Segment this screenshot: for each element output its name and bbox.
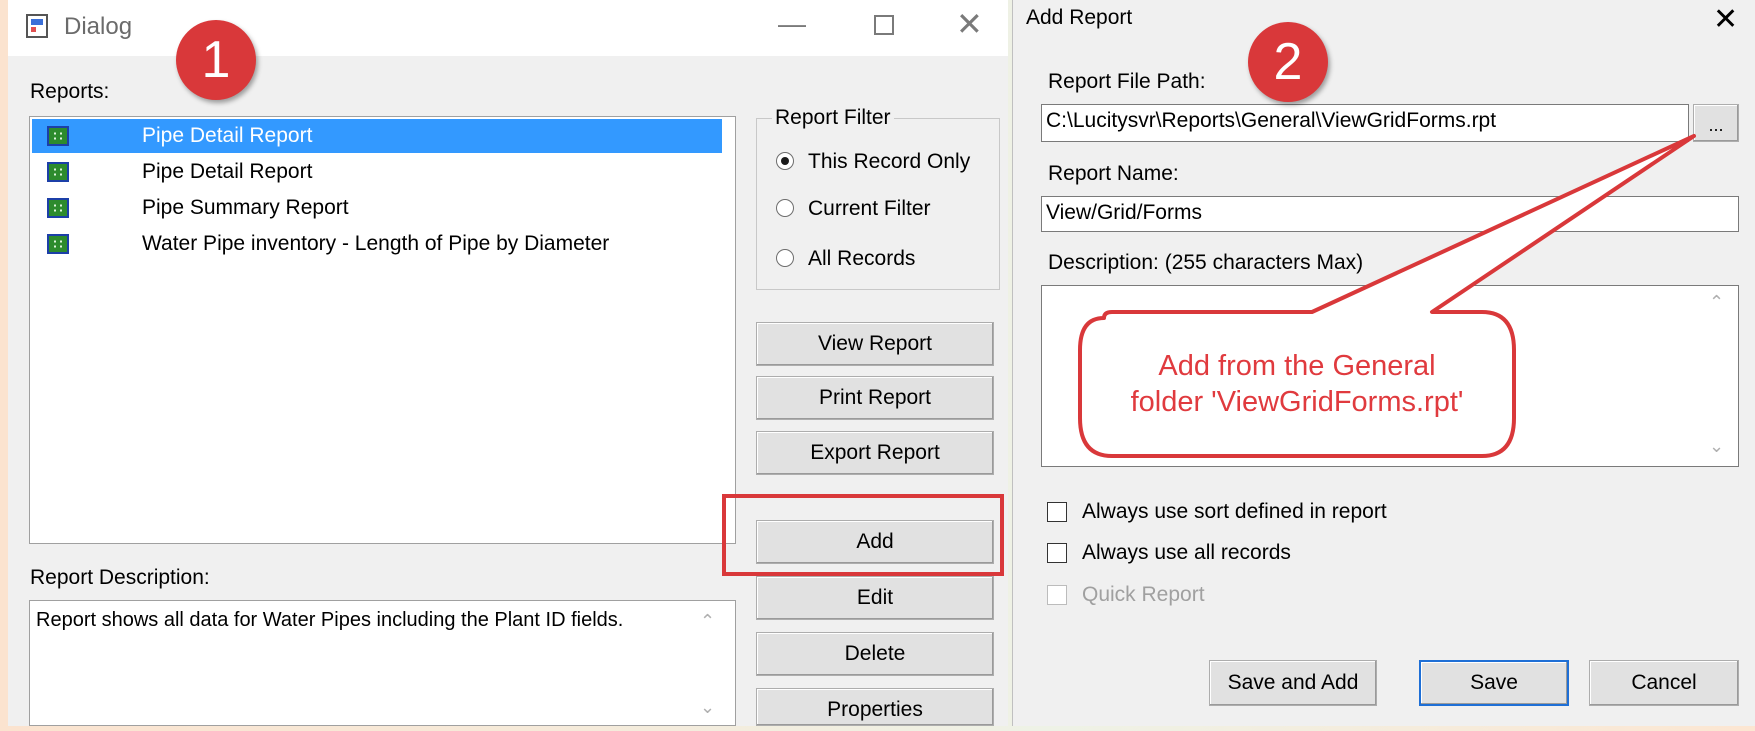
quick-report-label: Quick Report (1082, 583, 1205, 606)
close-icon[interactable]: ✕ (956, 8, 983, 40)
save-and-add-button[interactable]: Save and Add (1209, 660, 1377, 706)
button-label: Cancel (1631, 671, 1697, 694)
browse-button[interactable]: ... (1693, 104, 1739, 142)
list-item-label: Water Pipe inventory - Length of Pipe by… (142, 232, 610, 255)
report-icon (47, 234, 69, 254)
print-report-button[interactable]: Print Report (756, 376, 994, 420)
sort-checkbox-label: Always use sort defined in report (1082, 500, 1387, 523)
properties-button[interactable]: Properties (756, 688, 994, 726)
callout-line-1: Add from the General (1158, 350, 1436, 382)
button-label: Delete (844, 642, 906, 665)
scroll-down-icon[interactable]: ⌄ (700, 697, 715, 718)
report-name-field[interactable]: View/Grid/Forms (1041, 196, 1739, 232)
dialog-app-icon (26, 14, 48, 38)
report-name-label: Report Name: (1048, 162, 1179, 185)
radio-label: Current Filter (808, 197, 931, 220)
button-label: Properties (827, 698, 923, 721)
description-text: Report shows all data for Water Pipes in… (36, 609, 624, 631)
cancel-button[interactable]: Cancel (1589, 660, 1739, 706)
reports-list[interactable]: Pipe Detail Report Pipe Detail Report Pi… (29, 116, 736, 544)
list-item[interactable]: Pipe Detail Report (32, 119, 722, 153)
button-label: Edit (856, 586, 894, 609)
list-item[interactable]: Pipe Summary Report (32, 191, 722, 225)
radio-current-filter[interactable] (776, 199, 794, 217)
list-item-label: Pipe Detail Report (142, 124, 313, 147)
export-report-button[interactable]: Export Report (756, 431, 994, 475)
button-label: Export Report (810, 441, 940, 464)
step-badge-1: 1 (176, 20, 256, 100)
report-filter-legend: Report Filter (772, 106, 894, 130)
all-records-checkbox[interactable] (1047, 543, 1067, 563)
maximize-icon[interactable] (874, 15, 894, 35)
radio-label: All Records (808, 247, 916, 270)
button-label: Print Report (818, 386, 932, 409)
report-icon (47, 162, 69, 182)
dialog-title: Dialog (64, 13, 133, 40)
minimize-icon[interactable]: — (778, 10, 806, 38)
delete-button[interactable]: Delete (756, 632, 994, 676)
reports-label: Reports: (30, 80, 110, 103)
report-icon (47, 198, 69, 218)
view-report-button[interactable]: View Report (756, 322, 994, 366)
scroll-up-icon[interactable]: ⌃ (1709, 292, 1724, 313)
button-label: Save (1470, 671, 1518, 694)
description-box[interactable]: Report shows all data for Water Pipes in… (29, 600, 736, 726)
radio-label: This Record Only (808, 150, 971, 173)
sort-checkbox[interactable] (1047, 502, 1067, 522)
radio-this-record-only[interactable] (776, 152, 794, 170)
list-item-label: Pipe Summary Report (142, 196, 349, 219)
close-icon[interactable]: ✕ (1713, 2, 1738, 37)
edit-button[interactable]: Edit (756, 576, 994, 620)
button-label: Save and Add (1227, 671, 1359, 694)
scroll-up-icon[interactable]: ⌃ (700, 611, 715, 632)
reports-dialog: Dialog — ✕ Reports: Pipe Detail Report P… (8, 0, 1008, 726)
add-report-title: Add Report (1026, 6, 1133, 29)
description-label: Description: (255 characters Max) (1048, 251, 1364, 274)
save-button[interactable]: Save (1419, 660, 1569, 706)
report-icon (47, 126, 69, 146)
quick-report-checkbox[interactable] (1047, 585, 1067, 605)
add-button-highlight (722, 494, 1004, 576)
dialog-title-bar: Dialog — ✕ (8, 0, 1008, 56)
list-item[interactable]: Pipe Detail Report (32, 155, 722, 189)
radio-all-records[interactable] (776, 249, 794, 267)
scroll-down-icon[interactable]: ⌄ (1709, 436, 1724, 457)
button-label: View Report (817, 332, 932, 355)
callout-line-2: folder 'ViewGridForms.rpt' (1130, 386, 1464, 418)
file-path-label: Report File Path: (1048, 70, 1206, 93)
button-label: ... (1708, 115, 1724, 135)
list-item[interactable]: Water Pipe inventory - Length of Pipe by… (32, 227, 722, 261)
file-path-field[interactable]: C:\Lucitysvr\Reports\General\ViewGridFor… (1041, 104, 1689, 142)
description-label: Report Description: (30, 566, 210, 589)
list-item-label: Pipe Detail Report (142, 160, 313, 183)
step-badge-2: 2 (1248, 22, 1328, 102)
all-records-checkbox-label: Always use all records (1082, 541, 1291, 564)
callout-text: Add from the General folder 'ViewGridFor… (1090, 348, 1504, 420)
